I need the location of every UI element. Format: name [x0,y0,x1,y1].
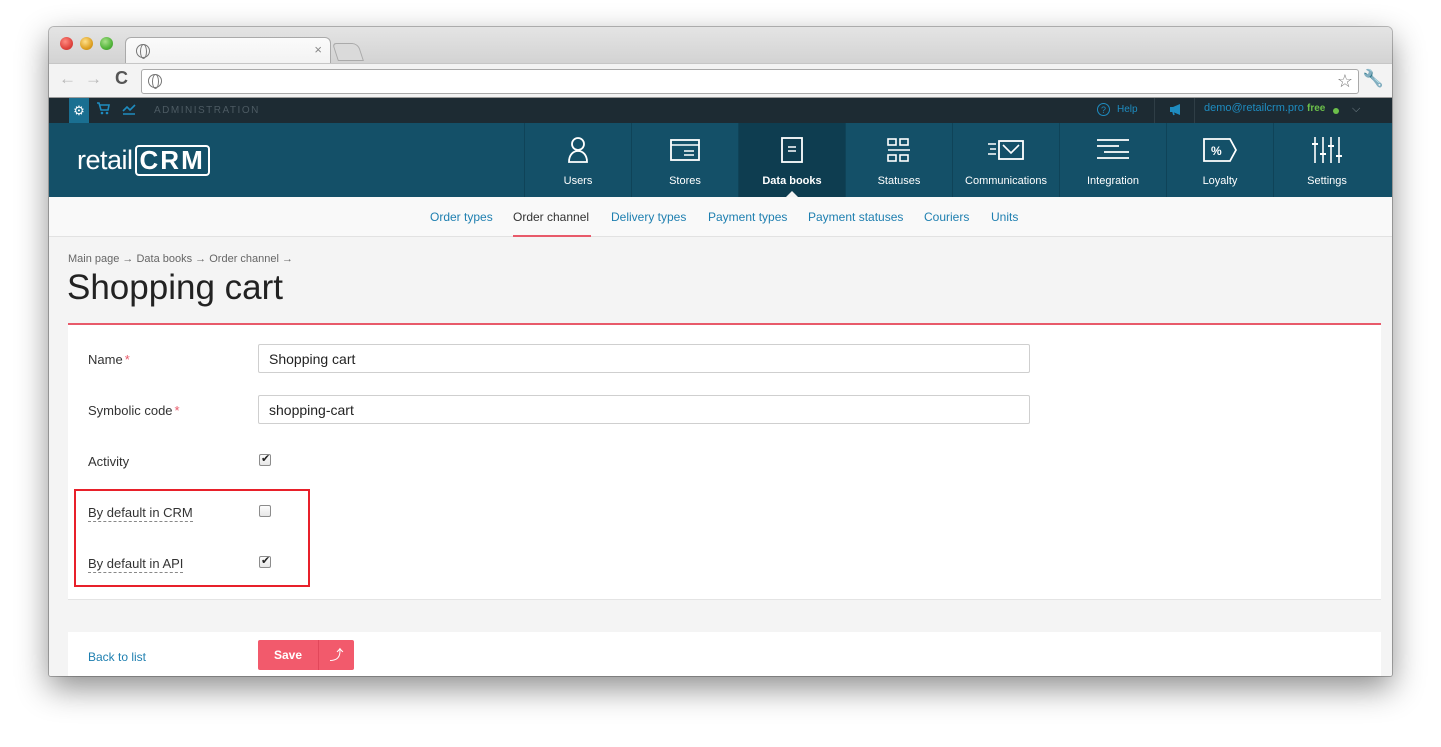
form-actions: Back to list Save ⤴ [68,632,1381,676]
nav-item-label: Users [563,175,593,187]
default-crm-label: By default in CRM [88,505,193,522]
activity-checkbox[interactable] [259,452,271,466]
address-bar[interactable]: ☆ [141,69,1359,94]
globe-icon [148,74,162,89]
app-content: ⚙ ADMINISTRATION ? Help demo@retailcrm.p… [49,98,1392,676]
help-link[interactable]: Help [1117,104,1138,115]
sliders-icon [1274,135,1380,165]
retailcrm-logo[interactable]: retail CRM [77,145,210,176]
subnav-payment-statuses[interactable]: Payment statuses [808,210,903,224]
logo-crm-text: CRM [134,145,210,176]
nav-item-label: Data books [762,175,822,187]
nav-item-stores[interactable]: Stores [631,123,738,197]
megaphone-icon[interactable] [1169,103,1184,119]
logo-text: retail [77,145,133,175]
nav-item-label: Communications [965,175,1047,187]
sub-navigation: Order types Order channel Delivery types… [49,197,1392,237]
subnav-delivery-types[interactable]: Delivery types [611,210,686,224]
document-icon [739,135,845,165]
admin-bar: ⚙ ADMINISTRATION ? Help demo@retailcrm.p… [49,98,1392,123]
user-email-link[interactable]: demo@retailcrm.pro [1204,102,1304,114]
page-title: Shopping cart [67,268,283,307]
user-icon [525,135,631,165]
nav-item-label: Stores [669,175,701,187]
cart-icon[interactable] [96,102,110,118]
minimize-window-button[interactable] [80,37,93,50]
nav-item-settings[interactable]: Settings [1273,123,1380,197]
reload-icon[interactable]: C [115,68,128,89]
close-tab-icon[interactable]: × [314,42,322,57]
nav-item-label: Statuses [877,175,921,187]
statuses-icon [846,135,952,165]
breadcrumb[interactable]: Main page → Data books → Order channel → [68,253,293,265]
gear-icon[interactable]: ⚙ [69,98,89,123]
wrench-icon[interactable]: 🔧 [1363,69,1384,89]
nav-item-data-books[interactable]: Data books [738,123,845,197]
default-api-label: By default in API [88,556,184,573]
globe-icon [136,44,150,59]
back-arrow-icon[interactable]: ← [59,69,76,89]
percent-tag-icon: % [1167,135,1273,165]
save-and-exit-icon[interactable]: ⤴ [319,640,354,670]
browser-window: × ← → C ☆ 🔧 ⚙ ADMINISTRATION ? Help demo… [49,27,1392,676]
required-marker: * [174,403,180,418]
nav-item-loyalty[interactable]: % Loyalty [1166,123,1273,197]
required-marker: * [124,352,130,367]
default-api-checkbox[interactable] [259,554,271,568]
nav-item-label: Settings [1307,175,1347,187]
analytics-icon[interactable] [122,101,136,118]
activity-label: Activity [88,454,130,469]
online-status-dot [1333,108,1339,114]
save-button[interactable]: Save [258,640,318,670]
close-window-button[interactable] [60,37,73,50]
bookmark-star-icon[interactable]: ☆ [1337,71,1353,92]
subnav-payment-types[interactable]: Payment types [708,210,787,224]
forward-arrow-icon[interactable]: → [85,69,102,89]
admin-section-label: ADMINISTRATION [154,105,260,116]
name-input[interactable] [258,344,1030,373]
divider [1154,98,1155,123]
main-navigation: retail CRM Users Stores Data books Statu… [49,123,1392,197]
nav-item-statuses[interactable]: Statuses [845,123,952,197]
subnav-order-channel[interactable]: Order channel [513,210,589,224]
chevron-down-icon[interactable]: ⌵ [1352,103,1360,116]
subnav-couriers[interactable]: Couriers [924,210,969,224]
svg-text:%: % [1211,144,1222,158]
order-channel-form: Name* Symbolic code* Activity By default… [68,325,1381,600]
nav-item-users[interactable]: Users [524,123,631,197]
zoom-window-button[interactable] [100,37,113,50]
symbolic-code-label: Symbolic code * [88,403,180,418]
nav-item-label: Integration [1087,175,1139,187]
integration-icon [1060,135,1166,165]
browser-tab[interactable]: × [125,37,331,64]
envelope-icon [953,135,1059,165]
back-to-list-link[interactable]: Back to list [88,650,146,664]
symbolic-code-input[interactable] [258,395,1030,424]
plan-badge: free [1307,103,1326,114]
browser-toolbar: ← → C ☆ 🔧 [49,63,1392,98]
name-label: Name * [88,352,130,367]
help-icon[interactable]: ? [1097,103,1110,116]
divider [1194,98,1195,123]
nav-item-integration[interactable]: Integration [1059,123,1166,197]
subnav-order-types[interactable]: Order types [430,210,493,224]
browser-tabbar: × [49,27,1392,64]
new-tab-button[interactable] [332,43,364,61]
default-crm-checkbox[interactable] [259,505,271,517]
nav-item-label: Loyalty [1202,175,1238,187]
subnav-units[interactable]: Units [991,210,1018,224]
active-tab-indicator [513,235,591,237]
store-icon [632,135,738,165]
nav-item-communications[interactable]: Communications [952,123,1059,197]
